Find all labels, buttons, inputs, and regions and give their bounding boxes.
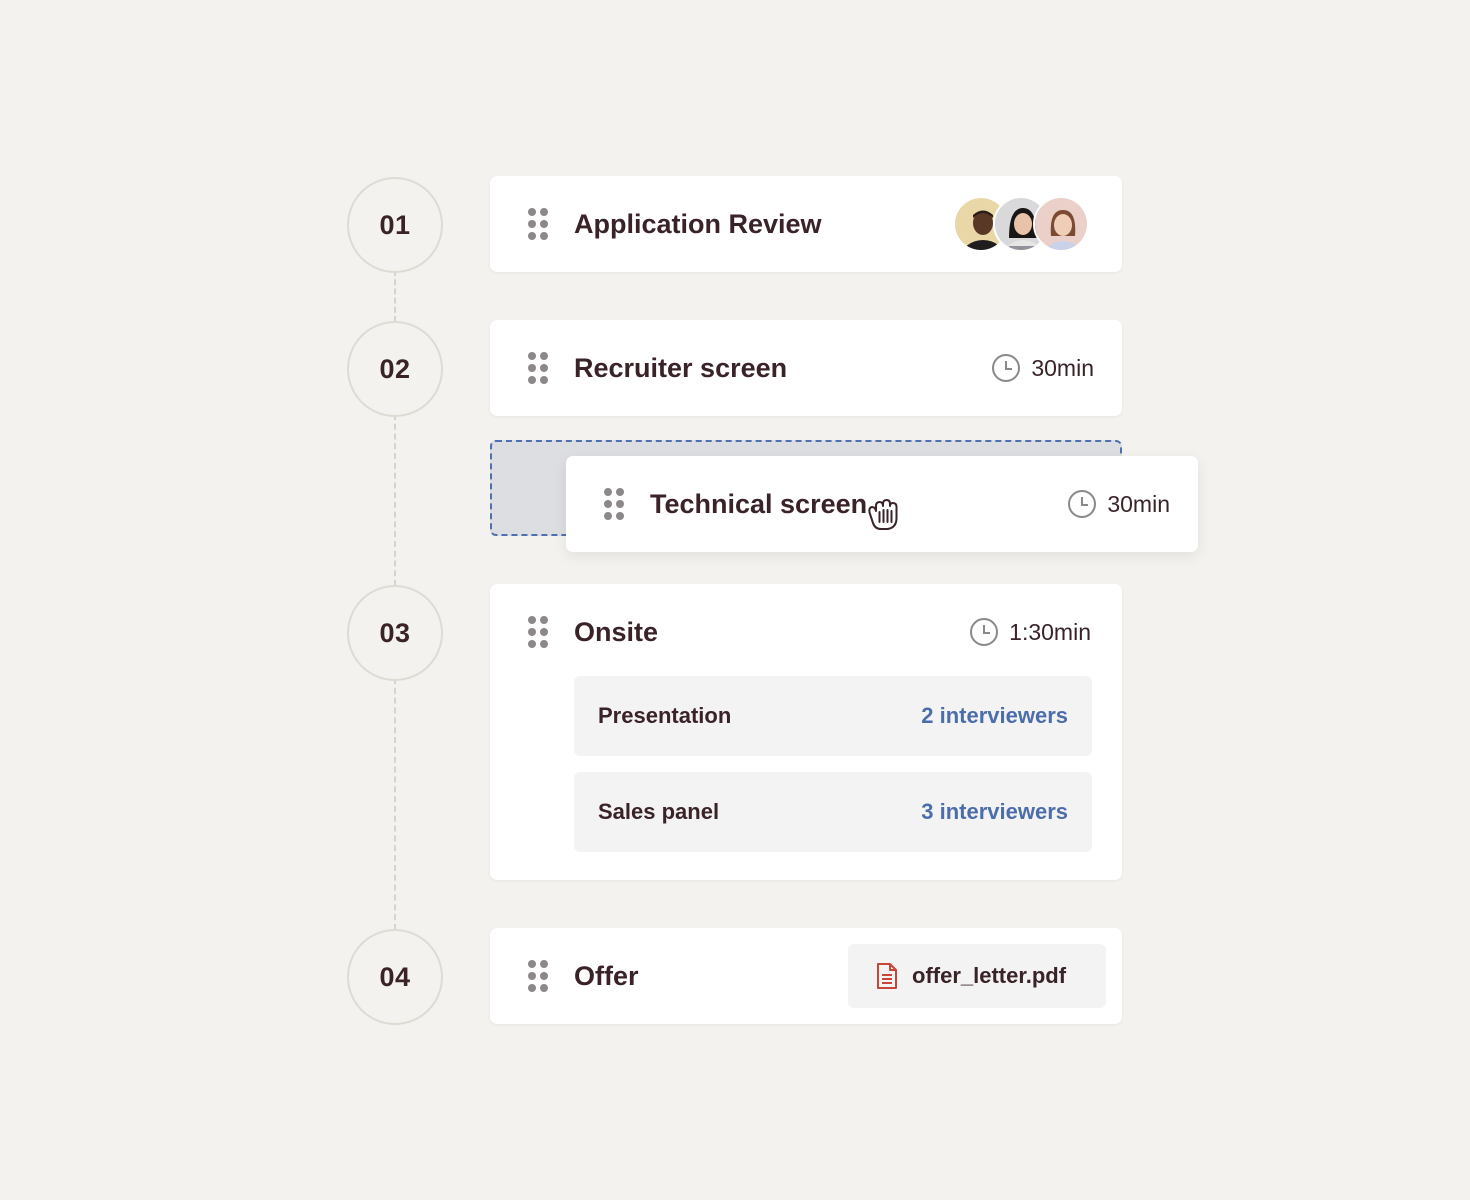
stage-title: Technical screen: [650, 488, 868, 519]
stage-title: Recruiter screen: [574, 352, 788, 383]
step-number-2: 02: [347, 321, 443, 417]
attachment-chip[interactable]: offer_letter.pdf: [848, 944, 1106, 1008]
stage-card-offer[interactable]: Offer offer_letter.pdf: [490, 928, 1122, 1024]
grab-hand-cursor-icon: [868, 499, 898, 530]
interviewers-link[interactable]: 3 interviewers: [921, 799, 1068, 825]
stage-title: Onsite: [574, 616, 659, 647]
clock-icon: [970, 618, 999, 646]
drag-handle-icon[interactable]: [528, 616, 548, 648]
stage-card-application-review[interactable]: Application Review: [490, 176, 1122, 272]
step-number-4: 04: [347, 929, 443, 1025]
avatar[interactable]: [1033, 196, 1089, 252]
drag-handle-icon[interactable]: [528, 960, 548, 992]
session-label: Sales panel: [598, 799, 720, 824]
duration-label: 30min: [1107, 490, 1170, 517]
timeline-connector: [394, 414, 396, 586]
interviewers-link[interactable]: 2 interviewers: [921, 703, 1068, 729]
stage-title: Offer: [574, 960, 639, 991]
stage-duration: 30min: [1067, 489, 1170, 519]
interviewer-avatars[interactable]: [953, 196, 1089, 252]
timeline-connector: [394, 678, 396, 930]
pdf-file-icon: [877, 963, 897, 989]
stage-title: Application Review: [574, 208, 822, 239]
attachment-filename: offer_letter.pdf: [912, 963, 1067, 988]
stage-card-onsite[interactable]: Onsite 1:30min Presentation 2 interviewe…: [490, 584, 1122, 880]
drag-handle-icon[interactable]: [604, 488, 624, 520]
step-number-3: 03: [347, 585, 443, 681]
drag-handle-icon[interactable]: [528, 208, 548, 240]
duration-label: 30min: [1031, 354, 1094, 381]
step-number-1: 01: [347, 177, 443, 273]
stage-duration: 1:30min: [969, 617, 1091, 647]
session-row-presentation[interactable]: Presentation 2 interviewers: [574, 676, 1092, 756]
clock-icon: [992, 354, 1021, 382]
session-label: Presentation: [598, 703, 732, 728]
duration-label: 1:30min: [1009, 618, 1091, 645]
timeline-connector: [394, 270, 396, 322]
drag-handle-icon[interactable]: [528, 352, 548, 384]
stage-card-recruiter-screen[interactable]: Recruiter screen 30min: [490, 320, 1122, 416]
session-row-sales-panel[interactable]: Sales panel 3 interviewers: [574, 772, 1092, 852]
stage-duration: 30min: [991, 353, 1094, 383]
clock-icon: [1068, 490, 1097, 518]
